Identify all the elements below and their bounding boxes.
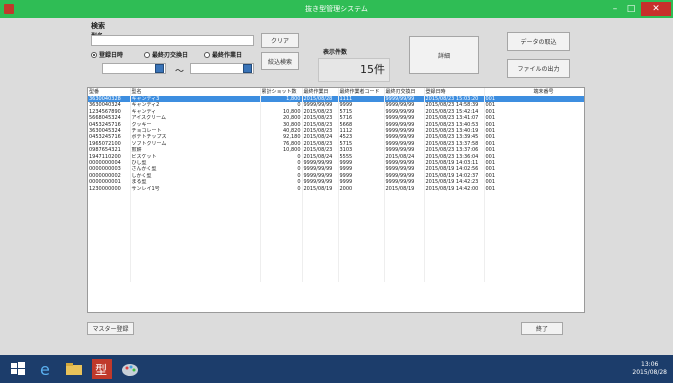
table-cell	[130, 275, 261, 282]
date-range-separator: ～	[175, 67, 185, 77]
clear-button[interactable]: クリア	[261, 33, 299, 48]
close-icon[interactable]: ✕	[641, 2, 671, 16]
radio-dot[interactable]	[204, 51, 210, 58]
column-header[interactable]: 最終作業者コード	[338, 88, 385, 96]
table-cell: 2015/08/23 13:37:06	[424, 147, 485, 154]
maximize-icon[interactable]: □	[623, 2, 639, 16]
table-cell	[484, 275, 584, 282]
radio-last-work-date[interactable]: 最終作業日	[204, 50, 242, 59]
svg-text:e: e	[40, 360, 50, 379]
mold-list-table[interactable]: 型番 型名 累計ショット数 最終作業日 最終作業者コード 最終刃交換日 登録日時…	[87, 87, 585, 313]
master-register-button[interactable]: マスター登録	[87, 322, 134, 335]
column-header[interactable]: 登録日時	[424, 88, 485, 96]
table-cell	[88, 275, 131, 282]
radio-dot[interactable]	[144, 51, 150, 58]
calendar-icon[interactable]	[155, 64, 164, 73]
table-cell	[338, 275, 385, 282]
clock-time: 13:06	[641, 361, 659, 368]
file-explorer-icon[interactable]	[64, 359, 84, 379]
table-cell	[302, 275, 339, 282]
window-title: 抜き型管理システム	[305, 5, 368, 13]
ie-icon[interactable]: e	[36, 359, 56, 379]
svg-text:型: 型	[95, 363, 107, 377]
exit-button[interactable]: 終了	[521, 322, 563, 335]
table-cell: 2015/08/23 13:39:45	[424, 134, 485, 141]
table-cell: 2015/08/19 14:42:23	[424, 179, 485, 186]
empty-row	[88, 275, 584, 282]
column-header[interactable]: 端末番号	[484, 88, 584, 96]
type-name-input[interactable]	[91, 35, 254, 46]
table-cell: 2015/08/23 14:58:39	[424, 102, 485, 109]
column-header[interactable]: 最終刃交換日	[384, 88, 425, 96]
display-count-value: 15件	[360, 63, 385, 76]
table-cell	[260, 275, 303, 282]
table-header-row: 型番 型名 累計ショット数 最終作業日 最終作業者コード 最終刃交換日 登録日時…	[88, 88, 584, 96]
taskbar: e 型 13:06 2015/08/28	[0, 355, 673, 383]
column-header[interactable]: 型名	[130, 88, 261, 96]
windows-start-icon[interactable]	[8, 359, 28, 379]
radio-label: 最終作業日	[212, 52, 243, 59]
radio-last-blade-change[interactable]: 最終刃交換日	[144, 50, 188, 59]
app-kata-icon[interactable]: 型	[92, 359, 112, 379]
column-header[interactable]: 最終作業日	[302, 88, 339, 96]
search-section-label: 検索	[91, 22, 105, 30]
table-cell: 2015/08/23 13:41:07	[424, 115, 485, 122]
clock-date: 2015/08/28	[632, 369, 667, 376]
title-bar: 抜き型管理システム – □ ✕	[0, 0, 673, 18]
detail-button[interactable]: 詳細	[409, 36, 479, 74]
table-cell: 2015/08/19 14:02:56	[424, 166, 485, 173]
display-count-label: 表示件数	[323, 49, 348, 56]
calendar-icon[interactable]	[243, 64, 252, 73]
radio-dot[interactable]	[91, 51, 97, 58]
radio-registered-date[interactable]: 登録日時	[91, 50, 123, 59]
minimize-icon[interactable]: –	[607, 2, 623, 16]
radio-label: 最終刃交換日	[152, 52, 189, 59]
paint-icon[interactable]	[120, 359, 140, 379]
export-file-button[interactable]: ファイルの出力	[507, 59, 570, 78]
refine-search-button[interactable]: 絞込検索	[261, 52, 299, 70]
table-cell	[384, 275, 425, 282]
import-data-button[interactable]: データの取込	[507, 32, 570, 51]
radio-label: 登録日時	[99, 52, 124, 59]
table-cell	[424, 275, 485, 282]
column-header[interactable]: 型番	[88, 88, 131, 96]
table-cell: 2015/08/19 14:42:00	[424, 185, 485, 193]
clock[interactable]: 13:06 2015/08/28	[632, 361, 667, 377]
column-header[interactable]: 累計ショット数	[260, 88, 303, 96]
